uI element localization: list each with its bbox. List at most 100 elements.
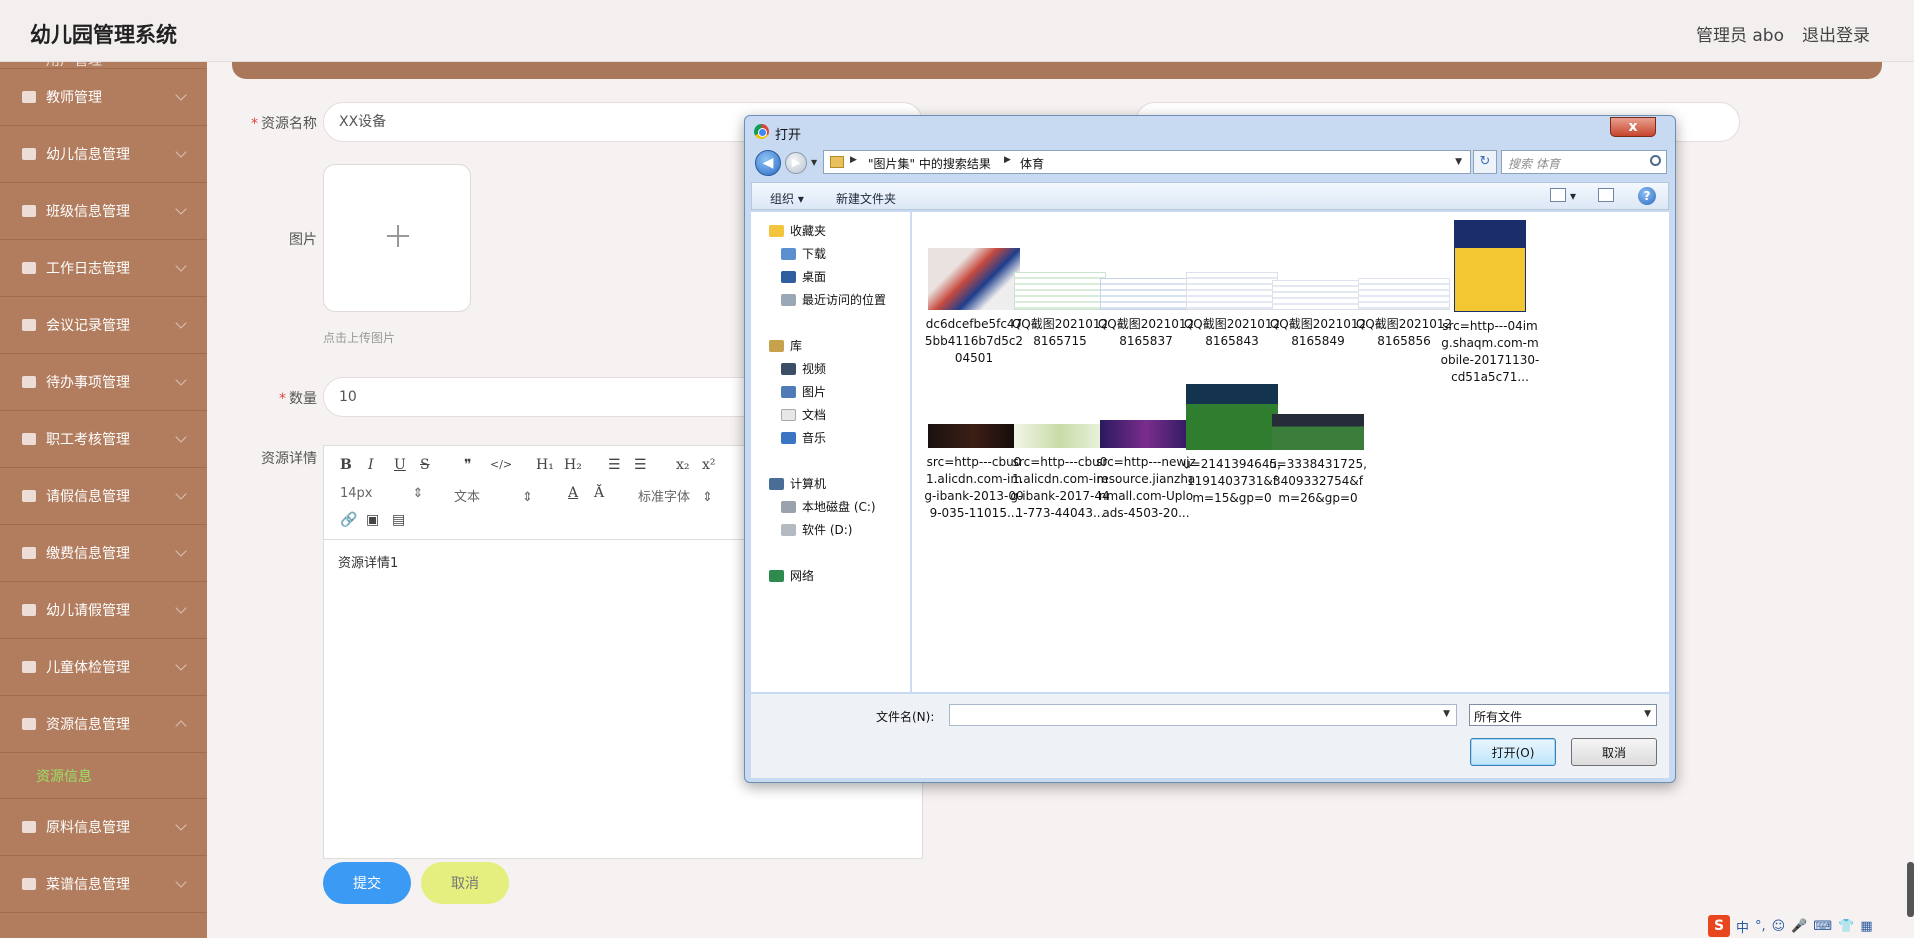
code-button[interactable]: </> bbox=[490, 458, 512, 471]
file-item[interactable]: u=3338431725,3409332754&fm=26&gp=0 bbox=[1268, 414, 1368, 507]
font-size-select[interactable]: 14px ⇕ bbox=[340, 486, 423, 501]
refresh-icon[interactable]: ↻ bbox=[1473, 150, 1497, 174]
file-item[interactable]: QQ截图20210128165856 bbox=[1354, 278, 1454, 350]
emoji-icon[interactable]: ☺ bbox=[1772, 919, 1786, 934]
h1-button[interactable]: H₁ bbox=[536, 457, 554, 473]
file-item[interactable]: u=2141394645,1191403731&fm=15&gp=0 bbox=[1182, 384, 1282, 507]
submit-button[interactable]: 提交 bbox=[323, 862, 411, 904]
filetype-select[interactable]: 所有文件 ▼ bbox=[1469, 704, 1657, 726]
file-item[interactable]: src=http---cbu01.alicdn.com-img-ibank-20… bbox=[924, 424, 1024, 522]
image-icon[interactable]: ▣ bbox=[366, 512, 379, 528]
file-item[interactable]: QQ截图20210128165715 bbox=[1010, 272, 1110, 350]
video-icon[interactable]: ▤ bbox=[392, 512, 405, 528]
sidebar-item-materials[interactable]: 原料信息管理 bbox=[0, 799, 207, 856]
file-item[interactable]: src=http---04img.shaqm.com-mobile-201711… bbox=[1440, 220, 1540, 386]
skin-icon[interactable]: 👕 bbox=[1838, 919, 1854, 934]
filetype-value: 所有文件 bbox=[1474, 710, 1523, 724]
microphone-icon[interactable]: 🎤 bbox=[1791, 919, 1807, 934]
sidebar-item-fees[interactable]: 缴费信息管理 bbox=[0, 525, 207, 582]
address-dropdown[interactable]: ▼ bbox=[1455, 157, 1462, 167]
sidebar-item-meetings[interactable]: 会议记录管理 bbox=[0, 297, 207, 354]
nav-pictures[interactable]: 图片 bbox=[781, 383, 826, 400]
link-icon[interactable]: 🔗 bbox=[340, 512, 357, 528]
cancel-button[interactable]: 取消 bbox=[421, 862, 509, 904]
nav-network[interactable]: 网络 bbox=[769, 567, 814, 584]
breadcrumb-sports[interactable]: 体育 bbox=[1020, 155, 1044, 172]
subscript-button[interactable]: x₂ bbox=[676, 457, 690, 473]
sidebar-item-teachers[interactable]: 教师管理 bbox=[0, 69, 207, 126]
search-input[interactable]: 搜索 体育 bbox=[1501, 150, 1667, 174]
address-bar[interactable]: ▶ "图片集" 中的搜索结果 ▶ 体育 ▼ bbox=[823, 150, 1471, 174]
file-item[interactable]: QQ截图20210128165849 bbox=[1268, 280, 1368, 350]
forward-arrow-icon[interactable]: ▶ bbox=[785, 152, 807, 174]
chevron-down-icon bbox=[175, 146, 187, 158]
class-icon bbox=[22, 205, 36, 217]
sidebar-item-menus[interactable]: 菜谱信息管理 bbox=[0, 856, 207, 913]
filename-dropdown-icon[interactable]: ▼ bbox=[1443, 709, 1450, 719]
sidebar-item-child-leave[interactable]: 幼儿请假管理 bbox=[0, 582, 207, 639]
back-arrow-icon[interactable]: ◀ bbox=[755, 150, 781, 176]
help-icon[interactable]: ? bbox=[1638, 187, 1656, 205]
sidebar-item-worklog[interactable]: 工作日志管理 bbox=[0, 240, 207, 297]
toolbox-icon[interactable]: ▦ bbox=[1860, 919, 1872, 934]
sidebar-item-classes[interactable]: 班级信息管理 bbox=[0, 183, 207, 240]
block-type-select[interactable]: 文本 ⇕ bbox=[454, 486, 533, 505]
file-item[interactable]: QQ截图20210128165837 bbox=[1096, 278, 1196, 350]
organize-menu[interactable]: 组织 ▾ bbox=[770, 190, 804, 207]
search-icon bbox=[1650, 155, 1661, 166]
open-button[interactable]: 打开(O) bbox=[1470, 738, 1556, 766]
dialog-cancel-button[interactable]: 取消 bbox=[1571, 738, 1657, 766]
h2-button[interactable]: H₂ bbox=[564, 457, 582, 473]
highlight-button[interactable]: Ă bbox=[594, 485, 604, 501]
filename-input[interactable]: ▼ bbox=[949, 704, 1457, 726]
nav-documents[interactable]: 文档 bbox=[781, 406, 826, 423]
new-folder-button[interactable]: 新建文件夹 bbox=[836, 190, 896, 207]
sidebar-item-resources[interactable]: 资源信息管理 bbox=[0, 696, 207, 753]
dialog-titlebar[interactable]: 打开 x bbox=[745, 116, 1675, 148]
drive-icon bbox=[781, 523, 796, 536]
breadcrumb-search-results[interactable]: "图片集" 中的搜索结果 bbox=[868, 155, 991, 172]
nav-libraries[interactable]: 库 bbox=[769, 337, 802, 354]
view-dropdown[interactable]: ▾ bbox=[1570, 189, 1576, 203]
page-scrollbar[interactable] bbox=[1907, 862, 1914, 917]
font-family-select[interactable]: 标准字体 ⇕ bbox=[638, 486, 713, 505]
ordered-list-button[interactable]: ☰ bbox=[608, 457, 621, 473]
nav-computer[interactable]: 计算机 bbox=[769, 475, 826, 492]
file-item[interactable]: src=http---cbu01.alicdn.com-img-ibank-20… bbox=[1010, 424, 1110, 522]
underline-button[interactable]: U bbox=[394, 457, 406, 473]
nav-videos[interactable]: 视频 bbox=[781, 360, 826, 377]
file-item[interactable]: QQ截图20210128165843 bbox=[1182, 272, 1282, 350]
sidebar-item-assessment[interactable]: 职工考核管理 bbox=[0, 411, 207, 468]
close-button[interactable]: x bbox=[1610, 117, 1656, 137]
view-options-icon[interactable] bbox=[1550, 188, 1566, 202]
nav-drive-d[interactable]: 软件 (D:) bbox=[781, 521, 852, 538]
superscript-button[interactable]: x² bbox=[702, 457, 716, 473]
nav-desktop[interactable]: 桌面 bbox=[781, 268, 826, 285]
keyboard-icon[interactable]: ⌨ bbox=[1813, 919, 1832, 934]
bold-button[interactable]: B bbox=[340, 457, 352, 473]
sidebar-subitem-resource-info[interactable]: 资源信息 bbox=[0, 753, 207, 799]
punctuation-icon[interactable]: °, bbox=[1755, 919, 1766, 934]
nav-recent[interactable]: 最近访问的位置 bbox=[781, 291, 886, 308]
sidebar-item-health-check[interactable]: 儿童体检管理 bbox=[0, 639, 207, 696]
font-color-button[interactable]: A bbox=[568, 485, 578, 501]
nav-favorites[interactable]: 收藏夹 bbox=[769, 222, 826, 239]
sogou-ime-logo[interactable]: S bbox=[1708, 915, 1730, 937]
file-item[interactable]: src=http---newjzresource.jianzhanmall.co… bbox=[1096, 420, 1196, 522]
ime-mode-indicator[interactable]: 中 bbox=[1736, 917, 1749, 936]
nav-downloads[interactable]: 下载 bbox=[781, 245, 826, 262]
recent-locations-dropdown[interactable]: ▼ bbox=[811, 158, 817, 167]
file-item[interactable]: dc6dcefbe5fc475bb4116b7d5c204501 bbox=[924, 248, 1024, 367]
sidebar-item-children[interactable]: 幼儿信息管理 bbox=[0, 126, 207, 183]
preview-pane-icon[interactable] bbox=[1598, 188, 1614, 202]
bullet-list-button[interactable]: ☰ bbox=[634, 457, 647, 473]
nav-music[interactable]: 音乐 bbox=[781, 429, 826, 446]
strike-button[interactable]: S bbox=[420, 457, 430, 473]
italic-button[interactable]: I bbox=[368, 457, 374, 473]
image-upload-box[interactable] bbox=[323, 164, 471, 312]
sidebar-item-leave[interactable]: 请假信息管理 bbox=[0, 468, 207, 525]
quote-button[interactable]: ❞ bbox=[464, 457, 472, 473]
logout-link[interactable]: 退出登录 bbox=[1802, 21, 1870, 46]
nav-drive-c[interactable]: 本地磁盘 (C:) bbox=[781, 498, 876, 515]
sidebar-item-todos[interactable]: 待办事项管理 bbox=[0, 354, 207, 411]
